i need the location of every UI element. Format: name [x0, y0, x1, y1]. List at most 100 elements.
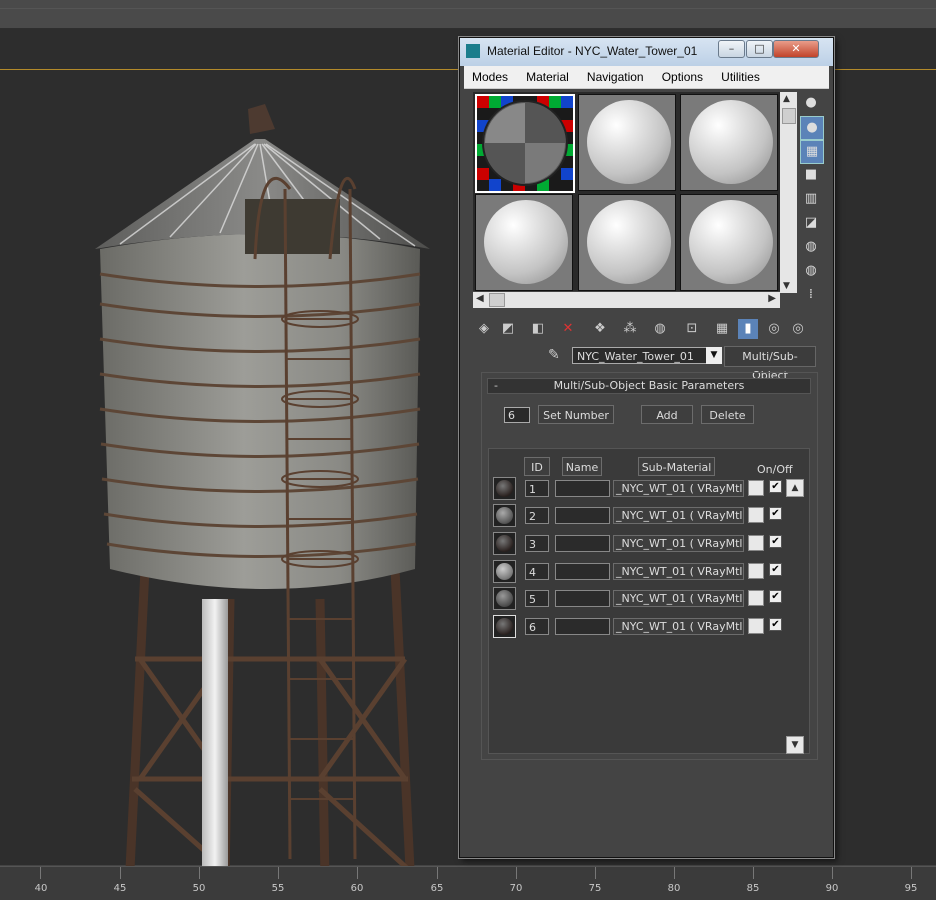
assign-icon[interactable]: ◧ [528, 319, 548, 339]
scroll-down-icon[interactable]: ▼ [783, 281, 790, 291]
row-color-swatch[interactable] [748, 563, 764, 579]
row-name-field[interactable] [555, 563, 610, 580]
collapse-icon[interactable]: - [494, 379, 498, 393]
on-off-checkbox[interactable]: ✔ [769, 507, 782, 520]
column-id[interactable]: ID [524, 457, 550, 476]
sample-slot-5[interactable] [578, 194, 676, 291]
scroll-thumb[interactable] [489, 293, 505, 307]
sub-material-button[interactable]: _NYC_WT_01 ( VRayMtl ) [613, 590, 744, 607]
scroll-down-icon[interactable]: ▼ [786, 736, 804, 754]
copy-icon[interactable]: ❖ [590, 319, 610, 339]
scroll-left-icon[interactable]: ◀ [476, 293, 484, 304]
scroll-up-icon[interactable]: ▲ [783, 94, 790, 104]
select-by-material-icon[interactable]: ⁞ [800, 284, 822, 306]
sample-icon[interactable]: ◍ [800, 236, 822, 258]
title-bar[interactable]: Material Editor - NYC_Water_Tower_01 – □… [460, 38, 833, 66]
row-name-field[interactable] [555, 618, 610, 635]
timeline-ruler[interactable]: 40 45 50 55 60 65 70 75 80 85 90 95 [0, 866, 936, 900]
sub-material-swatch[interactable] [493, 532, 516, 555]
scroll-up-icon[interactable]: ▲ [786, 479, 804, 497]
row-id-field[interactable]: 6 [525, 618, 549, 635]
sample-slot-1[interactable] [475, 94, 575, 193]
sub-material-button[interactable]: _NYC_WT_01 ( VRayMtl ) [613, 535, 744, 552]
sample-slot-3[interactable] [680, 94, 778, 191]
row-name-field[interactable] [555, 507, 610, 524]
delete-button[interactable]: Delete [701, 405, 754, 424]
go-parent-icon[interactable]: ◎ [764, 319, 784, 339]
put-to-scene-icon[interactable]: ◩ [498, 319, 518, 339]
eyedropper-icon[interactable]: ✎ [548, 347, 560, 363]
scroll-thumb[interactable] [782, 108, 796, 124]
top-toolbar-strip [0, 0, 936, 29]
pick-icon[interactable]: ◍ [800, 260, 822, 282]
sub-material-swatch[interactable] [493, 560, 516, 583]
on-off-checkbox[interactable]: ✔ [769, 535, 782, 548]
sub-material-button[interactable]: _NYC_WT_01 ( VRayMtl ) [613, 480, 744, 497]
sample-slot-2[interactable] [578, 94, 676, 191]
on-off-checkbox[interactable]: ✔ [769, 590, 782, 603]
material-id-icon[interactable]: ⊡ [682, 319, 702, 339]
row-name-field[interactable] [555, 480, 610, 497]
delete-icon[interactable]: ✕ [558, 319, 578, 339]
slots-vertical-scrollbar[interactable]: ▲ ▼ [780, 92, 797, 293]
row-id-field[interactable]: 2 [525, 507, 549, 524]
backlight-icon[interactable]: ● [800, 116, 824, 140]
on-off-checkbox[interactable]: ✔ [769, 618, 782, 631]
slots-horizontal-scrollbar[interactable]: ◀ ▶ [473, 292, 780, 308]
show-end-icon[interactable]: ▮ [738, 319, 758, 339]
row-name-field[interactable] [555, 535, 610, 552]
sub-material-button[interactable]: _NYC_WT_01 ( VRayMtl ) [613, 618, 744, 635]
row-color-swatch[interactable] [748, 507, 764, 523]
sample-slot-4[interactable] [475, 194, 573, 291]
unique-icon[interactable]: ⁂ [620, 319, 640, 339]
row-id-field[interactable]: 5 [525, 590, 549, 607]
scroll-right-icon[interactable]: ▶ [768, 293, 776, 304]
menu-navigation[interactable]: Navigation [579, 67, 649, 84]
column-sub-material[interactable]: Sub-Material [638, 457, 715, 476]
maximize-button[interactable]: □ [746, 40, 773, 58]
checker-icon[interactable]: ▦ [800, 140, 824, 164]
row-id-field[interactable]: 1 [525, 480, 549, 497]
material-name-field[interactable]: NYC_Water_Tower_01 [572, 347, 709, 364]
menu-material[interactable]: Material [518, 67, 574, 84]
put-library-icon[interactable]: ◍ [650, 319, 670, 339]
add-button[interactable]: Add [641, 405, 693, 424]
show-map-icon[interactable]: ▦ [712, 319, 732, 339]
sample-slot-6[interactable] [680, 194, 778, 291]
rollout-header[interactable]: - Multi/Sub-Object Basic Parameters [487, 378, 811, 394]
square-icon[interactable]: ■ [800, 164, 822, 186]
color-chart-icon[interactable]: ▥ [800, 188, 822, 210]
row-color-swatch[interactable] [748, 480, 764, 496]
menu-bar: Modes Material Navigation Options Utilit… [464, 66, 829, 89]
go-sibling-icon[interactable]: ◎ [788, 319, 808, 339]
on-off-checkbox[interactable]: ✔ [769, 480, 782, 493]
sub-material-swatch[interactable] [493, 477, 516, 500]
sub-count-field[interactable]: 6 [504, 407, 530, 423]
menu-options[interactable]: Options [654, 67, 708, 84]
row-color-swatch[interactable] [748, 590, 764, 606]
sub-material-swatch[interactable] [493, 615, 516, 638]
on-off-checkbox[interactable]: ✔ [769, 563, 782, 576]
list-item: 6 _NYC_WT_01 ( VRayMtl ) ✔ [493, 615, 805, 639]
row-color-swatch[interactable] [748, 618, 764, 634]
row-color-swatch[interactable] [748, 535, 764, 551]
sub-material-button[interactable]: _NYC_WT_01 ( VRayMtl ) [613, 507, 744, 524]
material-editor-window[interactable]: Material Editor - NYC_Water_Tower_01 – □… [459, 37, 834, 858]
close-button[interactable]: ✕ [773, 40, 819, 58]
row-id-field[interactable]: 4 [525, 563, 549, 580]
set-number-button[interactable]: Set Number [538, 405, 614, 424]
sub-material-swatch[interactable] [493, 504, 516, 527]
material-type-button[interactable]: Multi/Sub-Object [724, 346, 816, 382]
column-name[interactable]: Name [562, 457, 602, 476]
row-name-field[interactable] [555, 590, 610, 607]
get-material-icon[interactable]: ◈ [474, 319, 494, 339]
chevron-down-icon[interactable]: ▼ [706, 347, 722, 364]
sphere-icon[interactable]: ● [800, 92, 822, 114]
eraser-icon[interactable]: ◪ [800, 212, 822, 234]
sub-material-swatch[interactable] [493, 587, 516, 610]
row-id-field[interactable]: 3 [525, 535, 549, 552]
sub-material-button[interactable]: _NYC_WT_01 ( VRayMtl ) [613, 563, 744, 580]
menu-modes[interactable]: Modes [464, 67, 513, 84]
minimize-button[interactable]: – [718, 40, 745, 58]
menu-utilities[interactable]: Utilities [713, 67, 765, 84]
